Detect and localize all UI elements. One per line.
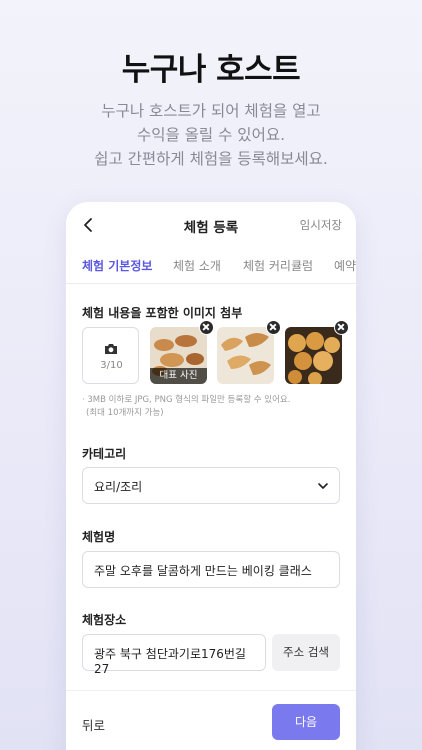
experience-name-value: 주말 오후를 달콤하게 만드는 베이킹 클래스 — [94, 564, 312, 578]
remove-photo-button[interactable] — [266, 320, 281, 335]
back-arrow-icon[interactable] — [80, 215, 98, 235]
hero-subtitle-line: 누구나 호스트가 되어 체험을 열고 — [101, 102, 321, 120]
photo-thumbnail[interactable] — [285, 327, 342, 384]
save-draft-button[interactable]: 임시저장 — [300, 217, 342, 233]
tab-introduction[interactable]: 체험 소개 — [173, 257, 221, 283]
hero-subtitle: 누구나 호스트가 되어 체험을 열고 수익을 올릴 수 있어요. 쉽고 간편하게… — [0, 99, 422, 171]
back-button[interactable]: 뒤로 — [82, 715, 105, 734]
hero-subtitle-line: 수익을 올릴 수 있어요. — [136, 126, 286, 144]
remove-photo-button[interactable] — [334, 320, 349, 335]
upload-guideline-line: · 3MB 이하로 JPG, PNG 형식의 파일만 등록할 수 있어요. — [82, 395, 291, 405]
category-label: 카테고리 — [82, 447, 127, 461]
upload-guideline-line: (최대 10개까지 가능) — [86, 408, 164, 418]
hero-subtitle-line: 쉽고 간편하게 체험을 등록해보세요. — [94, 150, 328, 168]
location-label: 체험장소 — [82, 613, 127, 627]
croissant-image — [217, 327, 274, 384]
tab-bar: 체험 기본정보 체험 소개 체험 커리큘럼 예약 — [66, 252, 356, 284]
upload-guideline: · 3MB 이하로 JPG, PNG 형식의 파일만 등록할 수 있어요. (최… — [82, 394, 290, 420]
location-value: 광주 북구 첨단과기로176번길 27 — [94, 647, 246, 676]
tab-reservation[interactable]: 예약 — [334, 257, 356, 283]
category-value: 요리/조리 — [94, 480, 143, 494]
tab-curriculum[interactable]: 체험 커리큘럼 — [243, 257, 313, 283]
category-select[interactable]: 요리/조리 — [82, 467, 340, 504]
next-button[interactable]: 다음 — [272, 704, 340, 740]
experience-name-input[interactable]: 주말 오후를 달콤하게 만드는 베이킹 클래스 — [82, 551, 340, 588]
tab-basic-info[interactable]: 체험 기본정보 — [82, 257, 152, 283]
chevron-down-icon — [318, 483, 328, 489]
bottom-bar: 뒤로 다음 — [66, 690, 356, 750]
address-search-button[interactable]: 주소 검색 — [272, 634, 340, 671]
top-bar: 체험 등록 임시저장 — [66, 202, 356, 248]
add-photo-button[interactable]: 3/10 — [82, 327, 139, 384]
photo-count: 3/10 — [100, 360, 123, 371]
experience-name-label: 체험명 — [82, 530, 116, 544]
photo-thumbnail[interactable] — [217, 327, 274, 384]
camera-icon — [105, 344, 117, 354]
remove-photo-button[interactable] — [199, 320, 214, 335]
photo-thumbnail-representative[interactable]: 대표 사진 — [150, 327, 207, 384]
hero-title: 누구나 호스트 — [121, 52, 301, 88]
bread-rolls-image — [285, 327, 342, 384]
phone-mockup: 체험 등록 임시저장 체험 기본정보 체험 소개 체험 커리큘럼 예약 체험 내… — [66, 202, 356, 750]
location-input[interactable]: 광주 북구 첨단과기로176번길 27 — [82, 634, 266, 676]
representative-label: 대표 사진 — [150, 368, 207, 384]
images-label: 체험 내용을 포함한 이미지 첨부 — [82, 306, 243, 320]
